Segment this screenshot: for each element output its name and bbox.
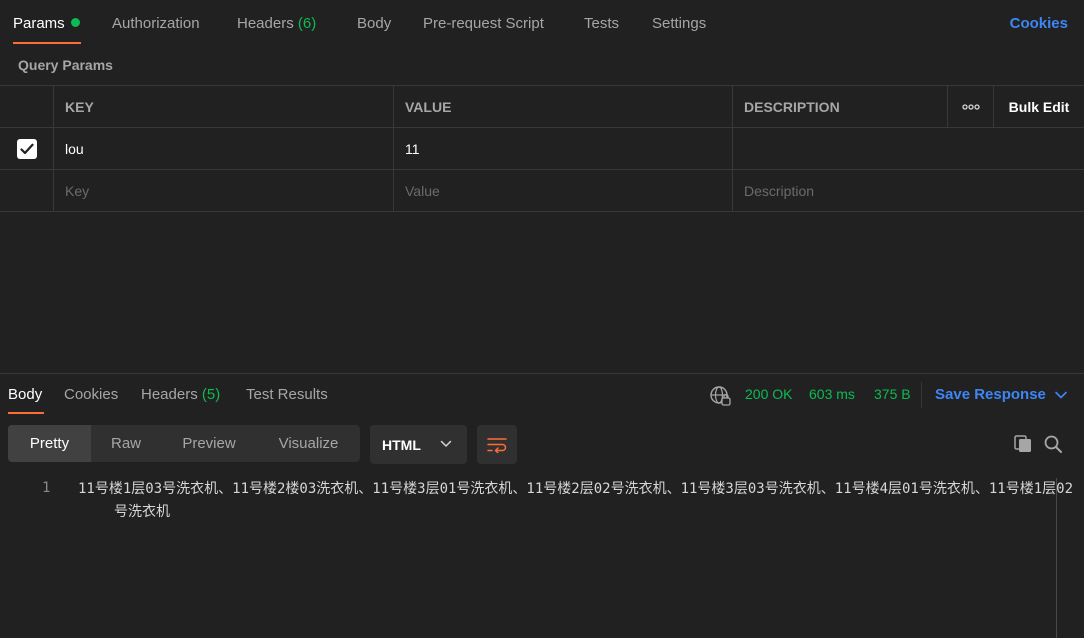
new-key-input[interactable]: Key bbox=[53, 170, 394, 211]
param-key-field[interactable]: lou bbox=[53, 128, 394, 169]
tab-settings[interactable]: Settings bbox=[652, 15, 706, 32]
status-code[interactable]: 200 OK bbox=[745, 386, 792, 402]
chevron-down-icon bbox=[440, 440, 452, 447]
params-header-row: KEY VALUE DESCRIPTION Bulk Edit bbox=[0, 85, 1084, 127]
response-time[interactable]: 603 ms bbox=[809, 386, 855, 402]
tab-params-label: Params bbox=[13, 15, 65, 32]
param-description-field[interactable] bbox=[732, 128, 948, 169]
view-mode-selector: Pretty Raw Preview Visualize bbox=[8, 425, 360, 462]
view-raw-button[interactable]: Raw bbox=[91, 425, 161, 462]
header-checkbox-cell bbox=[0, 86, 54, 127]
format-dropdown[interactable]: HTML bbox=[370, 425, 467, 464]
tab-params[interactable]: Params bbox=[13, 15, 80, 32]
tab-tests[interactable]: Tests bbox=[584, 15, 619, 32]
view-visualize-button[interactable]: Visualize bbox=[257, 425, 360, 462]
param-checkbox-cell bbox=[0, 128, 54, 169]
line-number: 1 bbox=[42, 480, 51, 496]
response-body-editor[interactable]: 1 11号楼1层03号洗衣机、11号楼2楼03洗衣机、11号楼3层01号洗衣机、… bbox=[0, 476, 1084, 638]
bulk-edit-button[interactable]: Bulk Edit bbox=[993, 86, 1084, 127]
header-description: DESCRIPTION bbox=[732, 86, 948, 127]
active-tab-underline bbox=[13, 42, 81, 44]
response-tab-cookies[interactable]: Cookies bbox=[64, 386, 118, 403]
tab-settings-label: Settings bbox=[652, 15, 707, 32]
network-globe-icon[interactable] bbox=[709, 385, 731, 407]
header-key: KEY bbox=[53, 86, 394, 127]
response-tab-underline bbox=[8, 412, 44, 414]
tab-headers[interactable]: Headers (6) bbox=[237, 15, 316, 32]
params-active-dot bbox=[70, 18, 80, 27]
param-new-row: Key Value Description bbox=[0, 169, 1084, 212]
view-pretty-button[interactable]: Pretty bbox=[8, 425, 91, 462]
cookies-link[interactable]: Cookies bbox=[1010, 15, 1068, 32]
param-enabled-checkbox[interactable] bbox=[17, 138, 37, 159]
tab-body-label: Body bbox=[357, 15, 392, 32]
new-row-checkbox-cell bbox=[0, 170, 54, 211]
checkmark-icon bbox=[20, 143, 34, 154]
tab-body[interactable]: Body bbox=[357, 15, 391, 32]
response-tab-body[interactable]: Body bbox=[8, 386, 42, 403]
copy-icon[interactable] bbox=[1013, 434, 1033, 454]
response-headers-count: (5) bbox=[201, 386, 221, 403]
format-dropdown-value: HTML bbox=[382, 436, 421, 453]
editor-scrollbar[interactable] bbox=[1056, 478, 1057, 638]
new-value-input[interactable]: Value bbox=[393, 170, 733, 211]
param-row: lou 11 bbox=[0, 127, 1084, 169]
more-options-button[interactable] bbox=[947, 86, 994, 127]
response-divider[interactable] bbox=[0, 373, 1084, 374]
tab-headers-label: Headers bbox=[237, 15, 294, 32]
response-tab-test-results[interactable]: Test Results bbox=[246, 386, 328, 403]
wrap-text-icon bbox=[487, 437, 507, 453]
response-size[interactable]: 375 B bbox=[874, 386, 911, 402]
wrap-lines-button[interactable] bbox=[477, 425, 517, 464]
view-preview-button[interactable]: Preview bbox=[161, 425, 257, 462]
request-tabs: Params Authorization Headers (6) Body Pr… bbox=[0, 0, 1084, 46]
status-separator bbox=[921, 382, 922, 408]
tab-tests-label: Tests bbox=[584, 15, 620, 32]
params-table: KEY VALUE DESCRIPTION Bulk Edit lou 11 K… bbox=[0, 85, 1084, 212]
new-description-input[interactable]: Description bbox=[732, 170, 948, 211]
tab-pre-request-script-label: Pre-request Script bbox=[423, 15, 544, 32]
save-response-button[interactable]: Save Response bbox=[935, 386, 1046, 403]
response-tab-headers[interactable]: Headers (5) bbox=[141, 386, 220, 403]
tab-pre-request-script[interactable]: Pre-request Script bbox=[423, 15, 544, 32]
response-tab-headers-label: Headers bbox=[141, 386, 198, 403]
param-value-field[interactable]: 11 bbox=[393, 128, 733, 169]
query-params-title: Query Params bbox=[18, 57, 113, 73]
chevron-down-icon[interactable] bbox=[1054, 390, 1068, 400]
more-horizontal-icon bbox=[962, 103, 980, 110]
tab-authorization[interactable]: Authorization bbox=[112, 15, 200, 32]
tab-authorization-label: Authorization bbox=[112, 15, 200, 32]
headers-count-badge: (6) bbox=[297, 15, 317, 32]
search-icon[interactable] bbox=[1043, 434, 1063, 454]
response-body-text: 11号楼1层03号洗衣机、11号楼2楼03洗衣机、11号楼3层01号洗衣机、11… bbox=[78, 481, 1074, 520]
header-value: VALUE bbox=[393, 86, 733, 127]
